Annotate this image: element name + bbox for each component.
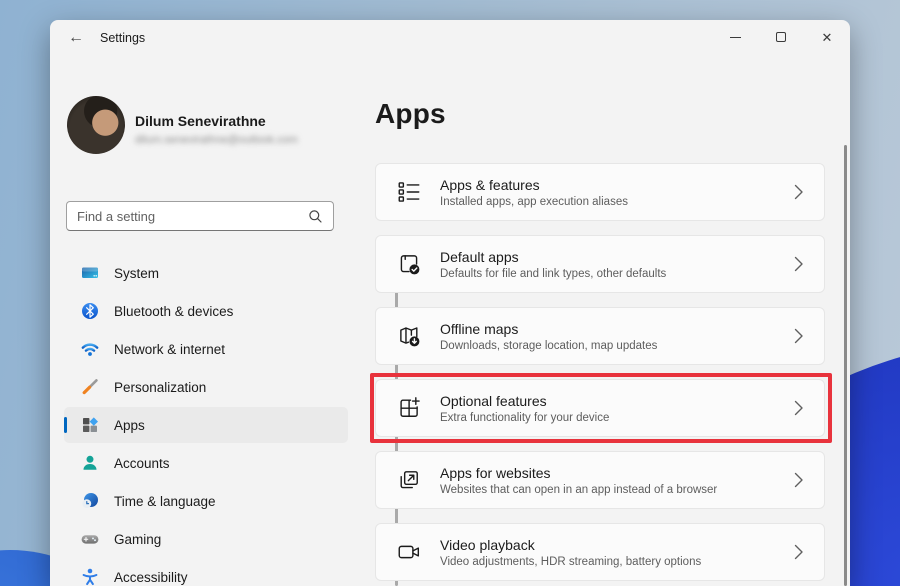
gaming-icon bbox=[80, 529, 100, 549]
video-playback-icon bbox=[396, 539, 422, 565]
card-title: Video playback bbox=[440, 537, 794, 553]
default-apps-icon bbox=[396, 251, 422, 277]
personalization-icon bbox=[80, 377, 100, 397]
network-icon bbox=[80, 339, 100, 359]
sidebar-nav: System Bluetooth & devices bbox=[50, 253, 362, 586]
card-subtitle: Downloads, storage location, map updates bbox=[440, 340, 794, 352]
apps-features-icon bbox=[396, 179, 422, 205]
sidebar-item-label: Network & internet bbox=[114, 342, 225, 357]
accounts-icon bbox=[80, 453, 100, 473]
card-default-apps[interactable]: Default apps Defaults for file and link … bbox=[375, 235, 825, 293]
card-subtitle: Video adjustments, HDR streaming, batter… bbox=[440, 556, 794, 568]
window-title: Settings bbox=[100, 31, 145, 45]
sidebar-item-bluetooth[interactable]: Bluetooth & devices bbox=[64, 293, 348, 329]
titlebar: ← Settings ✕ bbox=[50, 20, 850, 56]
sidebar-item-gaming[interactable]: Gaming bbox=[64, 521, 348, 557]
card-apps-for-websites[interactable]: Apps for websites Websites that can open… bbox=[375, 451, 825, 509]
settings-card-list: Apps & features Installed apps, app exec… bbox=[375, 163, 825, 586]
sidebar-item-label: System bbox=[114, 266, 159, 281]
search-icon bbox=[308, 209, 323, 224]
time-language-icon bbox=[80, 491, 100, 511]
avatar[interactable] bbox=[67, 96, 125, 154]
card-title: Default apps bbox=[440, 249, 794, 265]
card-title: Apps for websites bbox=[440, 465, 794, 481]
content-pane: Apps Apps & features Installed apps, app… bbox=[375, 56, 850, 586]
sidebar-item-label: Time & language bbox=[114, 494, 216, 509]
sidebar-item-label: Gaming bbox=[114, 532, 161, 547]
sidebar-item-label: Accessibility bbox=[114, 570, 188, 585]
card-title: Apps & features bbox=[440, 177, 794, 193]
system-icon bbox=[80, 263, 100, 283]
sidebar-item-network[interactable]: Network & internet bbox=[64, 331, 348, 367]
card-subtitle: Extra functionality for your device bbox=[440, 412, 794, 424]
card-subtitle: Defaults for file and link types, other … bbox=[440, 268, 794, 280]
back-arrow-icon: ← bbox=[68, 29, 84, 47]
card-video-playback[interactable]: Video playback Video adjustments, HDR st… bbox=[375, 523, 825, 581]
sidebar-item-apps[interactable]: Apps bbox=[64, 407, 348, 443]
page-title: Apps bbox=[375, 98, 446, 130]
close-button[interactable]: ✕ bbox=[804, 20, 850, 54]
apps-for-websites-icon bbox=[396, 467, 422, 493]
bluetooth-icon bbox=[80, 301, 100, 321]
maximize-button[interactable] bbox=[758, 20, 804, 54]
chevron-right-icon bbox=[794, 256, 804, 272]
sidebar-item-personalization[interactable]: Personalization bbox=[64, 369, 348, 405]
card-subtitle: Websites that can open in an app instead… bbox=[440, 484, 794, 496]
card-apps-features[interactable]: Apps & features Installed apps, app exec… bbox=[375, 163, 825, 221]
back-button[interactable]: ← bbox=[62, 26, 90, 50]
sidebar-item-system[interactable]: System bbox=[64, 255, 348, 291]
card-subtitle: Installed apps, app execution aliases bbox=[440, 196, 794, 208]
chevron-right-icon bbox=[794, 400, 804, 416]
sidebar-item-accounts[interactable]: Accounts bbox=[64, 445, 348, 481]
sidebar-item-time-language[interactable]: Time & language bbox=[64, 483, 348, 519]
sidebar-item-accessibility[interactable]: Accessibility bbox=[64, 559, 348, 586]
card-title: Optional features bbox=[440, 393, 794, 409]
sidebar: Dilum Senevirathne dilum.senevirathne@ou… bbox=[50, 56, 362, 586]
chevron-right-icon bbox=[794, 544, 804, 560]
card-optional-features[interactable]: Optional features Extra functionality fo… bbox=[375, 379, 825, 437]
offline-maps-icon bbox=[396, 323, 422, 349]
profile-name: Dilum Senevirathne bbox=[135, 113, 266, 129]
card-title: Offline maps bbox=[440, 321, 794, 337]
content-scrollbar[interactable] bbox=[844, 145, 847, 586]
sidebar-item-label: Bluetooth & devices bbox=[114, 304, 233, 319]
chevron-right-icon bbox=[794, 184, 804, 200]
maximize-icon bbox=[776, 32, 786, 42]
apps-icon bbox=[80, 415, 100, 435]
chevron-right-icon bbox=[794, 328, 804, 344]
settings-window: ← Settings ✕ Dilum Senevirathne dilum.se… bbox=[50, 20, 850, 586]
sidebar-item-label: Apps bbox=[114, 418, 145, 433]
minimize-button[interactable] bbox=[712, 20, 758, 54]
search-input[interactable] bbox=[77, 209, 308, 224]
sidebar-item-label: Personalization bbox=[114, 380, 206, 395]
search-box[interactable] bbox=[66, 201, 334, 231]
card-offline-maps[interactable]: Offline maps Downloads, storage location… bbox=[375, 307, 825, 365]
selected-accent-bar bbox=[64, 417, 67, 433]
profile-email-blurred: dilum.senevirathne@outlook.com bbox=[135, 134, 298, 146]
close-icon: ✕ bbox=[822, 31, 833, 44]
chevron-right-icon bbox=[794, 472, 804, 488]
minimize-icon bbox=[730, 37, 741, 38]
sidebar-item-label: Accounts bbox=[114, 456, 170, 471]
optional-features-icon bbox=[396, 395, 422, 421]
accessibility-icon bbox=[80, 567, 100, 586]
